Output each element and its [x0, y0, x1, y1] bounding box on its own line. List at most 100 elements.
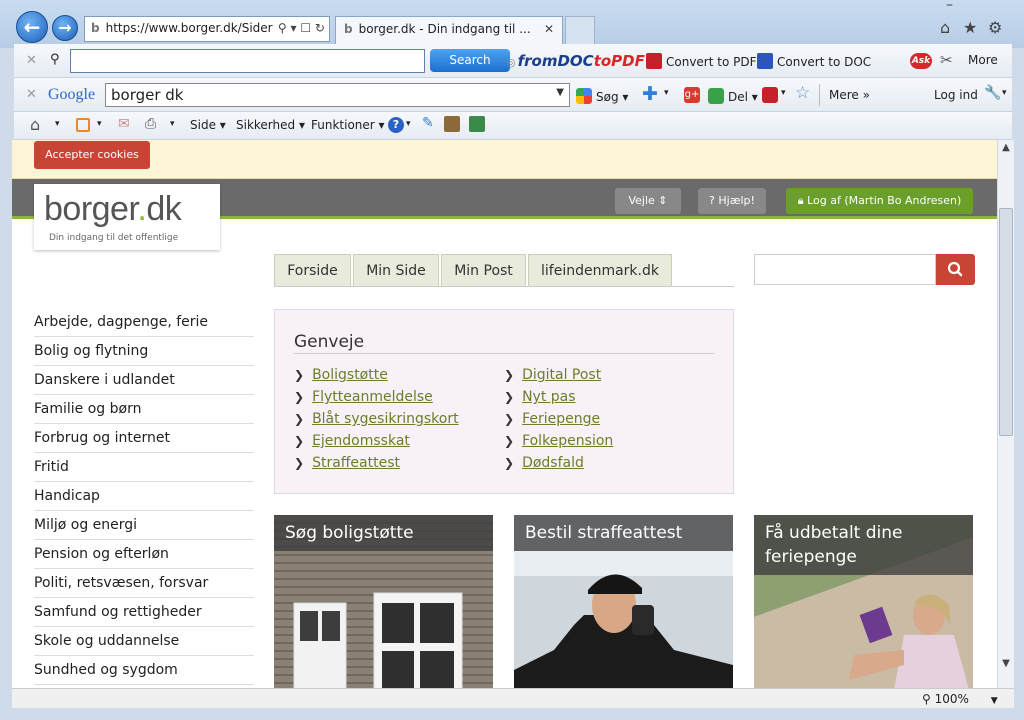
menu-item-skole[interactable]: Skole og uddannelse [34, 627, 254, 656]
ask-icon[interactable]: Ask [910, 53, 932, 69]
translate-icon[interactable] [762, 87, 778, 103]
tab-close-icon[interactable]: ✕ [544, 22, 554, 36]
more-button[interactable]: More [968, 53, 998, 67]
shortcut-link[interactable]: ❯ Nyt pas [504, 389, 576, 411]
shortcut-link[interactable]: ❯ Feriepenge [504, 411, 600, 433]
address-bar[interactable]: b https://www.borger.dk/Sider ⚲ ▾ ☐ ↻ [84, 16, 330, 42]
menu-item-sundhed[interactable]: Sundhed og sygdom [34, 656, 254, 685]
convert-to-doc-label: Convert to DOC [777, 55, 872, 69]
menu-item-handicap[interactable]: Handicap [34, 482, 254, 511]
rss-dropdown-icon[interactable]: ▾ [97, 119, 102, 129]
google-plus-icon[interactable]: g+ [684, 87, 700, 103]
scroll-thumb[interactable] [999, 208, 1013, 436]
print-dropdown-icon[interactable]: ▾ [170, 119, 175, 129]
safety-menu[interactable]: Sikkerhed ▾ [236, 118, 305, 132]
log-ind-button[interactable]: Log ind [934, 88, 978, 102]
settings-wrench-icon[interactable]: 🔧 [984, 85, 1001, 101]
share-icon [708, 88, 724, 104]
help-button[interactable]: ? Hjælp! [698, 188, 766, 214]
tab-lifeindenmark[interactable]: lifeindenmark.dk [528, 254, 672, 287]
menu-item-arbejde[interactable]: Arbejde, dagpenge, ferie [34, 308, 254, 337]
back-button[interactable]: ← [16, 11, 48, 43]
mail-icon[interactable]: ✉ [118, 116, 130, 132]
scroll-down-icon[interactable]: ▼ [998, 658, 1014, 672]
shortcut-link[interactable]: ❯ Ejendomsskat [294, 433, 410, 455]
toolbar-search-button[interactable]: Search [430, 49, 510, 72]
tools-menu[interactable]: Funktioner ▾ [311, 118, 385, 132]
tile-straffeattest[interactable]: Bestil straffeattest [514, 515, 733, 688]
tab-min-side[interactable]: Min Side [353, 254, 439, 287]
settings-dropdown-icon[interactable]: ▾ [1002, 88, 1007, 98]
fromdoctopdf-logo[interactable]: ◎ fromDOCtoPDF [506, 52, 645, 70]
convert-to-pdf-button[interactable]: Convert to PDF [646, 53, 757, 69]
shortcut-link[interactable]: ❯ Flytteanmeldelse [294, 389, 433, 411]
addon-icon[interactable] [444, 116, 460, 132]
menu-item-danskere-udlandet[interactable]: Danskere i udlandet [34, 366, 254, 395]
menu-item-fritid[interactable]: Fritid [34, 453, 254, 482]
tab-forside[interactable]: Forside [274, 254, 351, 287]
tools-gear-icon[interactable]: ⚙ [988, 18, 1002, 37]
toolbar-search-input[interactable] [70, 49, 425, 73]
help-icon[interactable]: ? [388, 117, 404, 133]
site-search-button[interactable] [936, 254, 975, 285]
shortcut-link[interactable]: ❯ Folkepension [504, 433, 613, 455]
home-dropdown-icon[interactable]: ▾ [55, 119, 60, 129]
help-label: Hjælp! [718, 194, 755, 207]
print-icon[interactable]: ⎙ [145, 116, 156, 132]
shortcut-link[interactable]: ❯ Straffeattest [294, 455, 400, 477]
safety-menu-label: Sikkerhed [236, 118, 296, 132]
logout-button[interactable]: 🔒︎ Log af (Martin Bo Andresen) [786, 188, 973, 214]
wrench-icon[interactable]: ✂ [940, 51, 953, 69]
tile-boligstotte[interactable]: Søg boligstøtte [274, 515, 493, 688]
site-search-input[interactable] [754, 254, 936, 285]
shortcut-link[interactable]: ❯ Boligstøtte [294, 367, 388, 389]
home-icon[interactable]: ⌂ [940, 18, 950, 37]
page-menu[interactable]: Side ▾ [190, 118, 226, 132]
menu-item-pension[interactable]: Pension og efterløn [34, 540, 254, 569]
menu-item-politi[interactable]: Politi, retsvæsen, forsvar [34, 569, 254, 598]
accept-cookies-button[interactable]: Accepter cookies [34, 141, 150, 169]
menu-item-samfund[interactable]: Samfund og rettigheder [34, 598, 254, 627]
borger-dk-logo[interactable]: borger.dk Din indgang til det offentlige [34, 184, 220, 250]
menu-item-forbrug[interactable]: Forbrug og internet [34, 424, 254, 453]
address-controls[interactable]: ⚲ ▾ ☐ ↻ [278, 21, 325, 35]
municipality-selector[interactable]: Vejle ⇕ [615, 188, 681, 214]
menu-item-bolig[interactable]: Bolig og flytning [34, 337, 254, 366]
google-logo[interactable]: Google [48, 86, 95, 104]
tile-feriepenge[interactable]: Få udbetalt dine feriepenge [754, 515, 973, 688]
tab-min-post[interactable]: Min Post [441, 254, 526, 287]
shortcuts-title: Genveje [294, 332, 365, 352]
convert-to-doc-button[interactable]: Convert to DOC [757, 53, 871, 69]
minimize-icon[interactable]: – [946, 0, 953, 13]
shortcut-link[interactable]: ❯ Dødsfald [504, 455, 584, 477]
google-dropdown-icon[interactable]: ▼ [556, 87, 564, 98]
mere-button[interactable]: Mere » [829, 88, 870, 102]
scroll-up-icon[interactable]: ▲ [998, 142, 1014, 156]
menu-item-miljo[interactable]: Miljø og energi [34, 511, 254, 540]
plus-dropdown-icon[interactable]: ▾ [664, 88, 669, 98]
research-icon[interactable]: ✎ [422, 115, 434, 131]
help-dropdown-icon[interactable]: ▾ [406, 119, 411, 129]
bookmark-star-icon[interactable]: ☆ [795, 83, 810, 103]
plus-icon[interactable]: ✚ [642, 83, 658, 105]
zoom-dropdown-icon[interactable]: ▼ [991, 696, 998, 706]
translate-dropdown-icon[interactable]: ▾ [781, 88, 786, 98]
menu-item-familie[interactable]: Familie og børn [34, 395, 254, 424]
mere-label: Mere [829, 88, 859, 102]
page-scrollbar[interactable]: ▲ ▼ [997, 140, 1014, 688]
google-search-input[interactable]: borger dk ▼ [105, 83, 570, 107]
share-button[interactable]: Del ▾ [708, 88, 758, 104]
home-page-icon[interactable]: ⌂ [30, 115, 40, 134]
toolbar-close-icon[interactable]: ✕ [26, 53, 37, 68]
shortcut-link[interactable]: ❯ Blåt sygesikringskort [294, 411, 459, 433]
zoom-control[interactable]: ⚲ 100% ▼ [922, 692, 998, 706]
shortcut-link[interactable]: ❯ Digital Post [504, 367, 601, 389]
rss-feed-icon[interactable] [76, 118, 90, 132]
favorites-star-icon[interactable]: ★ [963, 18, 977, 37]
google-toolbar-close-icon[interactable]: ✕ [26, 87, 37, 102]
browser-tab[interactable]: b borger.dk - Din indgang til ... ✕ [335, 16, 563, 44]
forward-button[interactable]: → [52, 15, 78, 41]
new-tab-button[interactable] [565, 16, 595, 44]
google-search-button[interactable]: Søg ▾ [576, 88, 628, 104]
addon-green-icon[interactable] [469, 116, 485, 132]
